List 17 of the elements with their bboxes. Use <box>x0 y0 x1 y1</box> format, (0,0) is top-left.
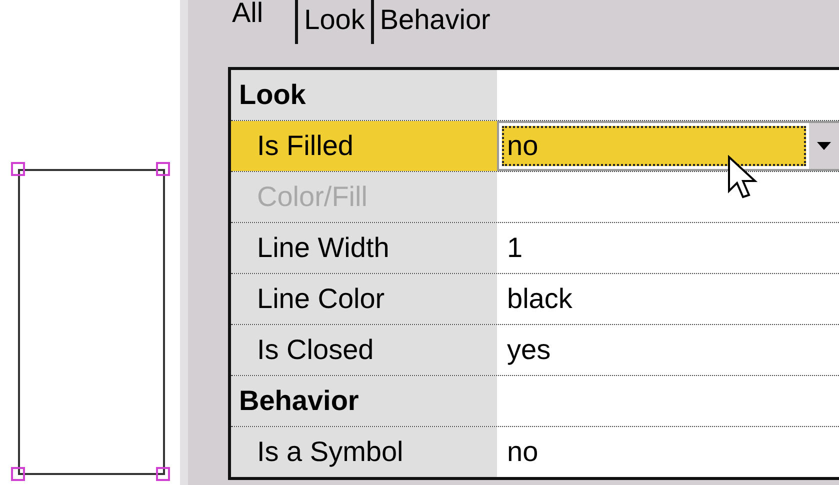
property-name[interactable]: Line Width <box>231 223 497 273</box>
section-header: Behavior <box>231 376 497 426</box>
property-value[interactable]: black <box>497 274 839 324</box>
tab[interactable]: Behavior <box>370 0 496 44</box>
caret-icon <box>817 142 831 150</box>
property-name[interactable]: Is Filled <box>231 121 497 171</box>
property-name[interactable]: Is a Symbol <box>231 427 497 477</box>
tab[interactable]: Look <box>295 0 371 44</box>
property-value[interactable]: 1 <box>497 223 839 273</box>
property-name[interactable]: Is Closed <box>231 325 497 375</box>
property-value[interactable]: no <box>497 427 839 477</box>
section-header: Look <box>231 70 497 120</box>
property-value[interactable]: yes <box>497 325 839 375</box>
dropdown-button[interactable] <box>809 123 839 169</box>
property-name[interactable]: Line Color <box>231 274 497 324</box>
tab[interactable]: All <box>228 0 296 32</box>
dropdown-field[interactable]: no <box>502 126 806 166</box>
